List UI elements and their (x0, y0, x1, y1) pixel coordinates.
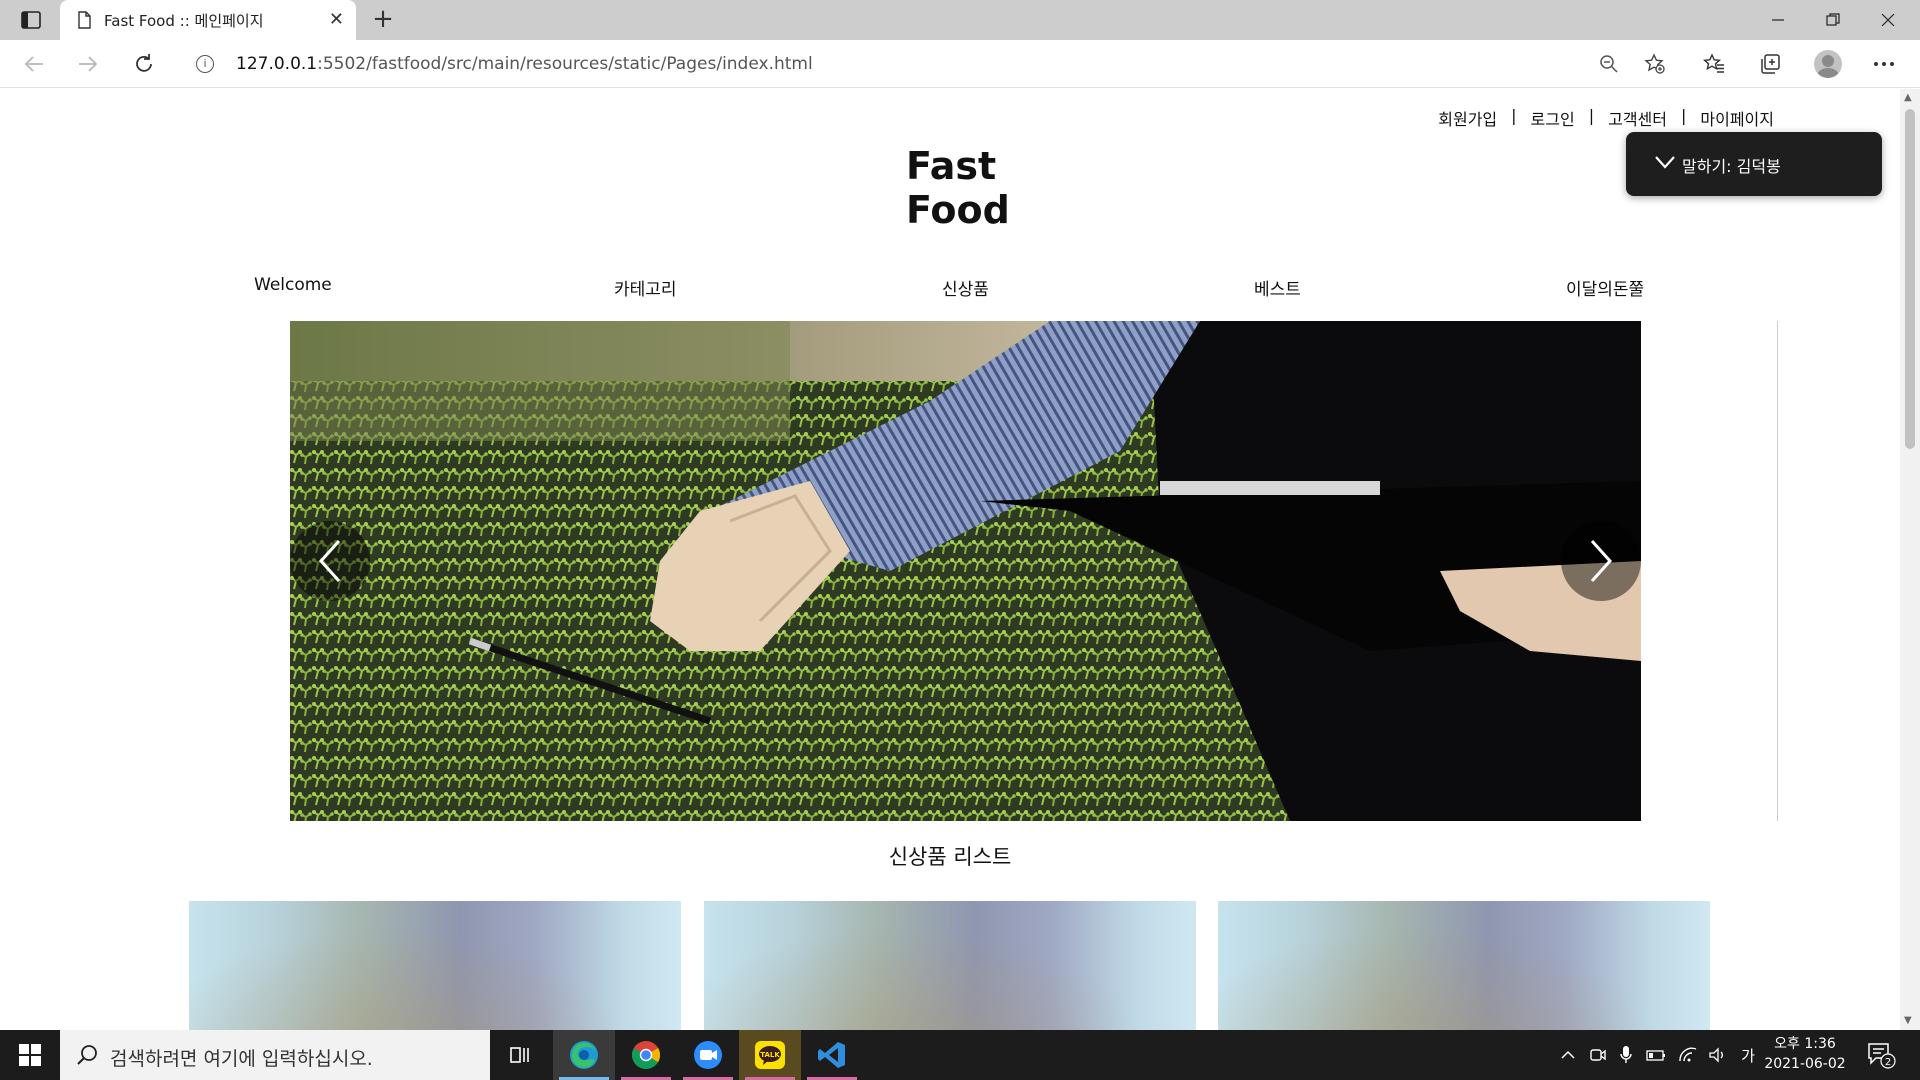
taskbar: 검색하려면 여기에 입력하십시오. TALK 가 오후 1:36 2021-06… (0, 1030, 1920, 1080)
page-icon (74, 10, 94, 30)
scroll-down-icon[interactable]: ▼ (1904, 1015, 1912, 1026)
clock-time: 오후 1:36 (1774, 1036, 1836, 1052)
taskbar-vscode[interactable] (801, 1030, 863, 1080)
notification-center-icon[interactable]: 2 (1866, 1040, 1896, 1070)
meet-now-icon[interactable] (1586, 1030, 1610, 1080)
search-icon (77, 1045, 97, 1065)
volume-icon[interactable] (1706, 1030, 1730, 1080)
url-text: 127.0.0.1:5502/fastfood/src/main/resourc… (236, 54, 813, 74)
favorites-icon[interactable] (1698, 50, 1730, 78)
site-logo[interactable]: Fast Food (906, 144, 1010, 232)
slider-divider (1777, 321, 1778, 821)
close-tab-icon[interactable]: ✕ (329, 9, 344, 30)
clock-date: 2021-06-02 (1764, 1056, 1846, 1072)
page-viewport: 회원가입 | 로그인 | 고객센터 | 마이페이지 Fast Food Welcome… (0, 89, 1900, 1030)
tab-actions-icon[interactable] (14, 8, 48, 32)
hero-image (290, 321, 1641, 821)
login-link[interactable]: 로그인 (1531, 106, 1575, 130)
back-arrow-icon[interactable] (18, 50, 50, 78)
logo-line-1: Fast (906, 144, 997, 188)
browser-tab-bar: Fast Food :: 메인페이지 ✕ + (0, 0, 1920, 40)
task-view-button[interactable] (490, 1030, 552, 1080)
separator: | (1511, 106, 1517, 125)
show-hidden-icons-icon[interactable] (1556, 1030, 1580, 1080)
edge-icon (570, 1041, 598, 1069)
separator: | (1588, 106, 1595, 125)
battery-icon[interactable] (1644, 1030, 1668, 1080)
taskbar-kakaotalk[interactable]: TALK (739, 1030, 801, 1080)
collections-icon[interactable] (1754, 50, 1786, 78)
kakao-label: TALK (760, 1051, 780, 1059)
mypage-link[interactable]: 마이페이지 (1700, 106, 1774, 130)
signup-link[interactable]: 회원가입 (1438, 106, 1497, 130)
refresh-icon[interactable] (128, 50, 160, 78)
customer-center-link[interactable]: 고객센터 (1608, 106, 1667, 130)
zoom-icon (694, 1041, 722, 1069)
page-scrollbar[interactable]: ▲ ▼ (1900, 89, 1920, 1030)
slider-prev-button[interactable] (290, 521, 370, 601)
nav-welcome[interactable]: Welcome (254, 275, 332, 295)
forward-arrow-icon[interactable] (72, 50, 104, 78)
taskbar-search-box[interactable]: 검색하려면 여기에 입력하십시오. (60, 1030, 490, 1080)
zoom-out-icon[interactable] (1596, 52, 1622, 76)
taskbar-edge[interactable] (553, 1030, 615, 1080)
system-clock[interactable]: 오후 1:36 2021-06-02 (1760, 1034, 1850, 1074)
taskbar-zoom[interactable] (677, 1030, 739, 1080)
chevron-down-icon[interactable] (1654, 154, 1676, 170)
nav-monthly-donjjul[interactable]: 이달의돈쭐 (1566, 275, 1644, 300)
nav-category[interactable]: 카테고리 (614, 275, 677, 300)
chrome-icon (632, 1041, 660, 1069)
search-placeholder: 검색하려면 여기에 입력하십시오. (110, 1048, 373, 1070)
speech-popup[interactable]: 말하기: 김덕봉 (1626, 132, 1882, 196)
browser-tab[interactable]: Fast Food :: 메인페이지 ✕ (60, 0, 356, 40)
browser-toolbar: i 127.0.0.1:5502/fastfood/src/main/resou… (0, 40, 1920, 88)
new-tab-icon[interactable]: + (368, 4, 398, 34)
start-button[interactable] (0, 1030, 60, 1080)
product-card[interactable] (189, 901, 681, 1030)
speech-popup-text: 말하기: 김덕봉 (1682, 157, 1781, 176)
address-bar[interactable]: i 127.0.0.1:5502/fastfood/src/main/resou… (180, 46, 1680, 82)
more-icon[interactable] (1868, 50, 1900, 78)
add-favorite-icon[interactable] (1642, 52, 1668, 76)
profile-avatar[interactable] (1814, 50, 1842, 78)
task-view-icon (510, 1047, 529, 1063)
product-card[interactable] (704, 901, 1196, 1030)
nav-best[interactable]: 베스트 (1254, 275, 1301, 300)
nav-new-products[interactable]: 신상품 (942, 275, 989, 300)
restore-icon[interactable] (1805, 0, 1860, 40)
microphone-icon[interactable] (1614, 1030, 1638, 1080)
logo-line-2: Food (906, 188, 1010, 232)
notification-count: 2 (1885, 1057, 1891, 1068)
product-card[interactable] (1218, 901, 1710, 1030)
chevron-right-icon (1590, 539, 1613, 583)
minimize-icon[interactable] (1750, 0, 1805, 40)
scroll-thumb[interactable] (1905, 109, 1915, 449)
chevron-left-icon (318, 539, 341, 583)
taskbar-chrome[interactable] (615, 1030, 677, 1080)
close-window-icon[interactable] (1860, 0, 1915, 40)
site-info-icon[interactable]: i (196, 55, 214, 73)
url-path: :5502/fastfood/src/main/resources/static… (317, 54, 813, 74)
main-navigation: Welcome 카테고리 신상품 베스트 이달의돈쭐 (254, 275, 1646, 305)
url-host: 127.0.0.1 (236, 54, 318, 74)
tab-title: Fast Food :: 메인페이지 (104, 12, 264, 30)
new-products-title: 신상품 리스트 (888, 845, 1012, 869)
vscode-icon (818, 1042, 845, 1068)
slider-next-button[interactable] (1561, 521, 1641, 601)
kakaotalk-icon: TALK (755, 1041, 785, 1069)
wifi-icon[interactable] (1676, 1030, 1700, 1080)
windows-logo-icon (19, 1044, 41, 1066)
separator: | (1681, 106, 1687, 125)
ime-indicator[interactable]: 가 (1736, 1030, 1760, 1080)
scroll-up-icon[interactable]: ▲ (1904, 92, 1912, 103)
hero-slider (290, 321, 1641, 821)
utility-links: 회원가입 | 로그인 | 고객센터 | 마이페이지 (1438, 106, 1774, 130)
